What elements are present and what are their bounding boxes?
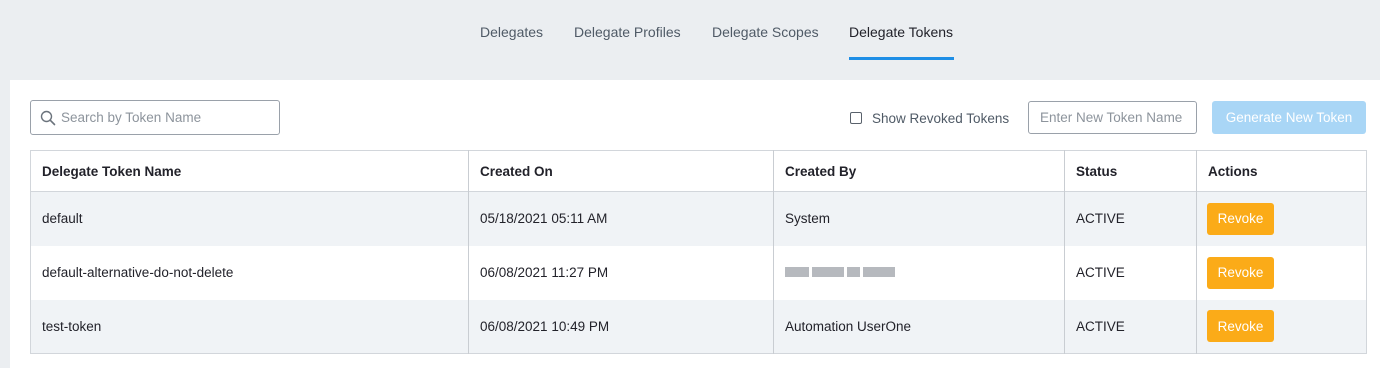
tab-delegate-scopes[interactable]: Delegate Scopes — [712, 22, 819, 60]
revoke-button[interactable]: Revoke — [1207, 310, 1274, 343]
revoke-button[interactable]: Revoke — [1207, 256, 1274, 289]
new-token-field — [1028, 101, 1197, 134]
table-header-row: Delegate Token Name Created On Created B… — [30, 150, 1367, 192]
column-header-created-by: Created By — [773, 150, 1065, 192]
status-cell: ACTIVE — [1064, 191, 1197, 246]
created-by-cell — [773, 245, 1065, 300]
tab-label: Delegate Profiles — [574, 24, 681, 40]
token-name-cell: test-token — [30, 299, 469, 354]
show-revoked-checkbox[interactable] — [850, 112, 862, 124]
column-header-created-on: Created On — [468, 150, 774, 192]
tab-delegates[interactable]: Delegates — [480, 22, 543, 60]
status-cell: ACTIVE — [1064, 299, 1197, 354]
show-revoked-label: Show Revoked Tokens — [872, 110, 1010, 126]
table-row: default-alternative-do-not-delete 06/08/… — [30, 245, 1367, 300]
token-name-cell: default — [30, 191, 469, 246]
tab-bar: Delegates Delegate Profiles Delegate Sco… — [0, 0, 1380, 80]
created-by-cell: Automation UserOne — [773, 299, 1065, 354]
tab-label: Delegate Scopes — [712, 24, 819, 40]
column-header-token-name: Delegate Token Name — [30, 150, 469, 192]
tab-delegate-profiles[interactable]: Delegate Profiles — [574, 22, 681, 60]
generate-new-token-button[interactable]: Generate New Token — [1212, 101, 1366, 134]
status-cell: ACTIVE — [1064, 245, 1197, 300]
tokens-panel: Show Revoked Tokens Generate New Token D… — [10, 80, 1380, 368]
actions-cell: Revoke — [1197, 246, 1367, 300]
revoke-button[interactable]: Revoke — [1207, 202, 1274, 235]
column-header-actions: Actions — [1208, 163, 1258, 179]
search-icon — [40, 110, 56, 126]
created-on-cell: 06/08/2021 10:49 PM — [468, 299, 774, 354]
tab-label: Delegates — [480, 24, 544, 40]
table-row: test-token 06/08/2021 10:49 PM Automatio… — [30, 299, 1367, 354]
tokens-table: Delegate Token Name Created On Created B… — [30, 150, 1367, 354]
show-revoked-toggle[interactable]: Show Revoked Tokens — [850, 109, 1009, 127]
actions-cell: Revoke — [1197, 300, 1367, 354]
redacted-user-name — [785, 267, 895, 277]
search-box — [30, 100, 280, 135]
tab-label: Delegate Tokens — [849, 24, 954, 40]
tab-delegate-tokens[interactable]: Delegate Tokens — [849, 22, 954, 60]
table-row: default 05/18/2021 05:11 AM System ACTIV… — [30, 191, 1367, 246]
token-name-cell: default-alternative-do-not-delete — [30, 245, 469, 300]
actions-cell: Revoke — [1197, 192, 1367, 246]
created-on-cell: 06/08/2021 11:27 PM — [468, 245, 774, 300]
new-token-name-input[interactable] — [1029, 102, 1196, 133]
created-by-cell: System — [773, 191, 1065, 246]
column-header-status: Status — [1064, 150, 1197, 192]
created-on-cell: 05/18/2021 05:11 AM — [468, 191, 774, 246]
search-input[interactable] — [61, 101, 271, 134]
